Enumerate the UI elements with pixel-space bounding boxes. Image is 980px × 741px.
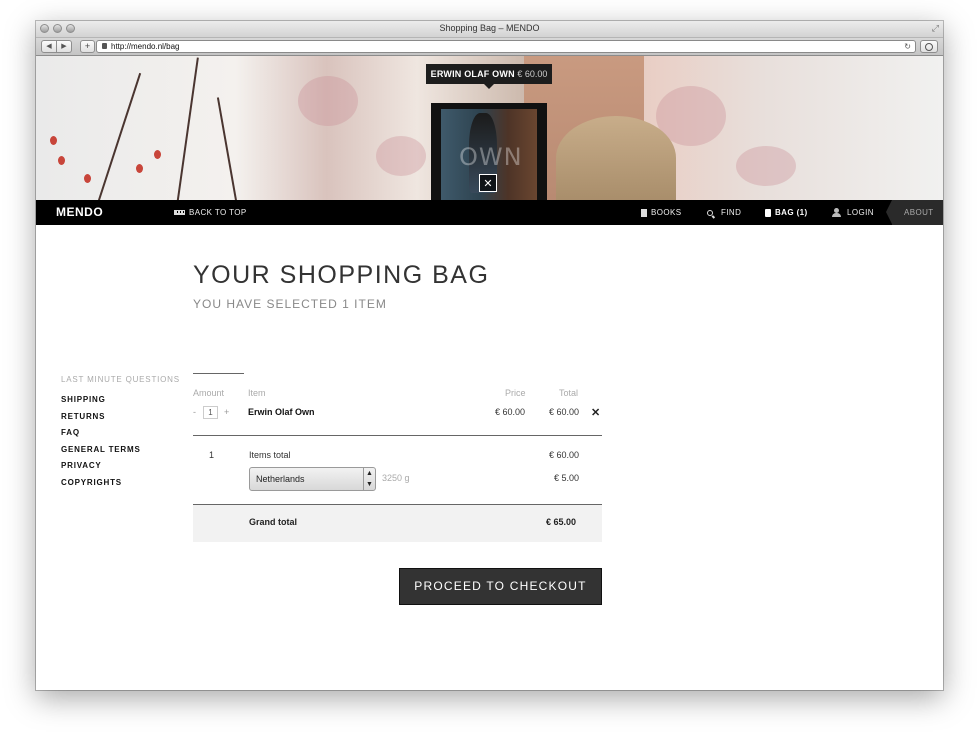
header-price: Price xyxy=(505,388,526,398)
remove-item-button[interactable]: ✕ xyxy=(591,407,600,419)
books-stack-icon xyxy=(174,210,185,215)
login-link[interactable]: LOGIN xyxy=(832,200,874,225)
sidebar-link-general-terms[interactable]: GENERAL TERMS xyxy=(61,442,180,459)
grand-total-label: Grand total xyxy=(249,517,298,527)
sidebar-link-returns[interactable]: RETURNS xyxy=(61,409,180,426)
item-total: € 60.00 xyxy=(549,407,580,417)
forward-button[interactable]: ▶ xyxy=(57,40,72,53)
books-link[interactable]: BOOKS xyxy=(641,200,681,225)
section-divider xyxy=(193,373,244,374)
quantity-input[interactable]: 1 xyxy=(203,406,218,419)
window-title: Shopping Bag – MENDO xyxy=(439,23,540,33)
close-preview-button[interactable]: ✕ xyxy=(479,174,497,192)
add-bookmark-button[interactable]: + xyxy=(80,40,95,53)
back-to-top-label: BACK TO TOP xyxy=(189,208,247,217)
user-icon xyxy=(832,208,841,217)
page-subtitle: YOU HAVE SELECTED 1 ITEM xyxy=(193,297,387,311)
book-icon xyxy=(641,208,647,217)
sidebar-title: LAST MINUTE QUESTIONS xyxy=(61,375,180,384)
header-total: Total xyxy=(559,388,579,398)
proceed-to-checkout-button[interactable]: PROCEED TO CHECKOUT xyxy=(399,568,602,605)
items-total-value: € 60.00 xyxy=(549,450,580,460)
url-text: http://mendo.nl/bag xyxy=(111,42,180,51)
tooltip-arrow xyxy=(484,84,494,89)
sidebar-link-shipping[interactable]: SHIPPING xyxy=(61,392,180,409)
login-label: LOGIN xyxy=(847,208,874,217)
product-tooltip: ERWIN OLAF OWN € 60.00 xyxy=(426,64,552,84)
country-select[interactable]: Netherlands ▲ ▼ xyxy=(249,467,376,491)
book-cover-title: OWN xyxy=(459,143,523,171)
site-logo[interactable]: MENDO xyxy=(56,200,103,225)
shipping-weight: 3250 g xyxy=(382,473,410,483)
sidebar-link-privacy[interactable]: PRIVACY xyxy=(61,458,180,475)
address-bar[interactable]: http://mendo.nl/bag ↻ xyxy=(96,40,916,53)
grand-total-row: Grand total € 65.00 xyxy=(193,505,602,542)
find-label: FIND xyxy=(721,208,742,217)
tooltip-product-price: € 60.00 xyxy=(517,69,548,79)
about-label: ABOUT xyxy=(904,208,934,217)
header-amount: Amount xyxy=(193,388,225,398)
increase-quantity-button[interactable]: + xyxy=(224,406,229,419)
sidebar-link-faq[interactable]: FAQ xyxy=(61,425,180,442)
page-icon xyxy=(102,43,107,49)
browser-toolbar: ◀ ▶ + http://mendo.nl/bag ↻ xyxy=(36,38,943,56)
browser-window: Shopping Bag – MENDO ⤢ ◀ ▶ + http://mend… xyxy=(36,21,943,690)
reload-icon[interactable]: ↻ xyxy=(904,41,911,52)
back-to-top-link[interactable]: BACK TO TOP xyxy=(174,200,247,225)
search-icon xyxy=(707,209,713,216)
decrease-quantity-button[interactable]: - xyxy=(193,406,196,419)
shopping-bag-icon xyxy=(765,208,771,217)
main-navigation: MENDO BACK TO TOP BOOKS FIND BAG (1) LOG… xyxy=(36,200,943,225)
page-title: YOUR SHOPPING BAG xyxy=(193,261,490,289)
history-buttons: ◀ ▶ xyxy=(41,40,72,53)
items-total-label: Items total xyxy=(249,450,291,460)
about-tab[interactable]: ABOUT xyxy=(886,200,943,225)
downloads-button[interactable] xyxy=(920,40,938,53)
books-label: BOOKS xyxy=(651,208,682,217)
sidebar-link-copyrights[interactable]: COPYRIGHTS xyxy=(61,475,180,492)
back-button[interactable]: ◀ xyxy=(41,40,57,53)
header-item: Item xyxy=(248,388,266,398)
item-name[interactable]: Erwin Olaf Own xyxy=(248,407,315,417)
bag-link[interactable]: BAG (1) xyxy=(765,200,808,225)
select-arrows-icon: ▲ ▼ xyxy=(363,468,375,490)
country-select-value: Netherlands xyxy=(256,474,305,484)
table-divider xyxy=(193,435,602,436)
tooltip-product-name: ERWIN OLAF OWN xyxy=(430,69,515,79)
grand-total-value: € 65.00 xyxy=(546,517,577,527)
downloads-icon xyxy=(925,43,933,51)
items-count: 1 xyxy=(209,450,215,460)
fullscreen-icon[interactable]: ⤢ xyxy=(932,23,939,34)
title-bar: Shopping Bag – MENDO ⤢ xyxy=(36,21,943,38)
shipping-cost: € 5.00 xyxy=(554,473,580,483)
item-price: € 60.00 xyxy=(495,407,526,417)
help-sidebar: LAST MINUTE QUESTIONS SHIPPING RETURNS F… xyxy=(61,375,180,492)
find-link[interactable]: FIND xyxy=(707,200,741,225)
bag-label: BAG (1) xyxy=(775,208,808,217)
